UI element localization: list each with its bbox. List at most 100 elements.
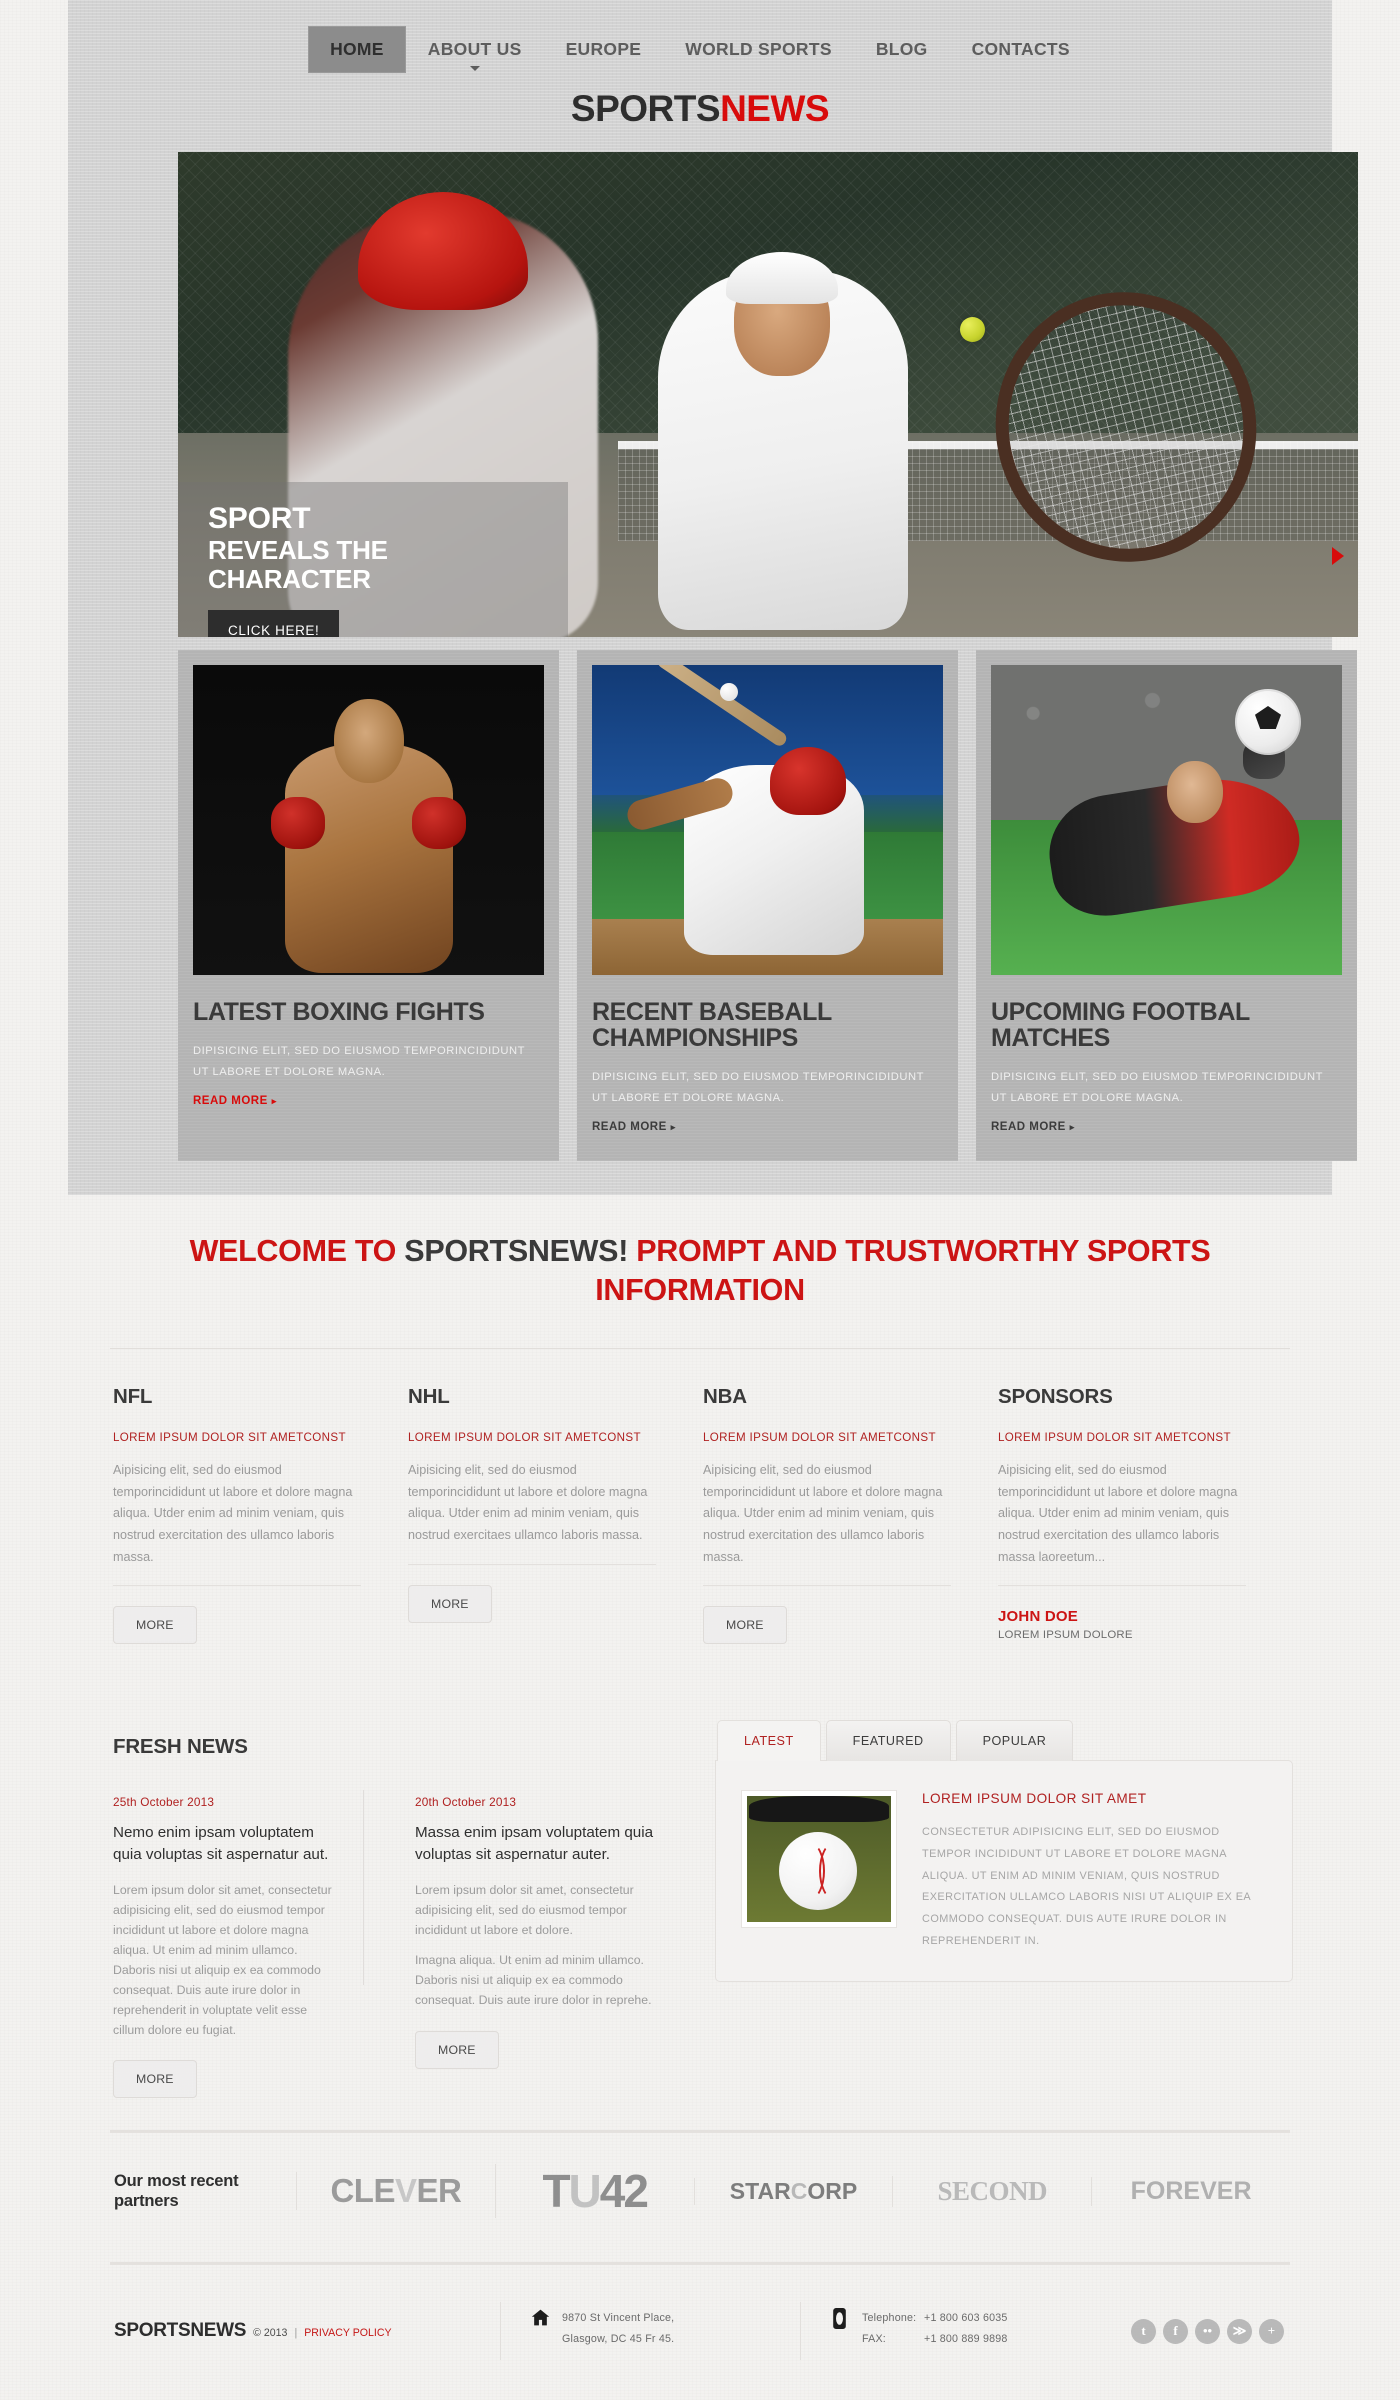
welcome-seg3: PROMPT AND TRUSTWORTHY SPORTS INFORMATIO… bbox=[595, 1234, 1211, 1308]
tennis-ball bbox=[960, 317, 985, 342]
divider-above-footer bbox=[110, 2262, 1290, 2265]
more-button-nhl[interactable]: MORE bbox=[408, 1584, 492, 1623]
card-upcoming-footbal-matches[interactable]: UPCOMING FOOTBAL MATCHES DIPISICING ELIT… bbox=[976, 650, 1357, 1162]
sponsor-name: JOHN DOE bbox=[998, 1608, 1078, 1626]
more-button-news-1[interactable]: MORE bbox=[113, 2060, 197, 2099]
tab-latest[interactable]: LATEST bbox=[717, 1720, 821, 1761]
top-panel: HOME ABOUT US EUROPE WORLD SPORTS BLOG C… bbox=[68, 0, 1358, 1195]
chevron-down-icon bbox=[469, 66, 480, 71]
footer-address-text: 9870 St Vincent Place, Glasgow, DC 45 Fr… bbox=[562, 2308, 674, 2350]
site-footer: SPORTSNEWS © 2013 | PRIVACY POLICY 9870 … bbox=[110, 2296, 1290, 2366]
news-paragraph-1: Lorem ipsum dolor sit amet, consectetur … bbox=[415, 1883, 634, 1937]
footer-phone-text: Telephone: +1 800 603 6035 FAX: +1 800 889… bbox=[862, 2308, 1008, 2350]
partner-text-b: U bbox=[568, 2165, 602, 2217]
slider-next-arrow-icon[interactable] bbox=[1332, 547, 1344, 565]
partners-label: Our most recent partners bbox=[114, 2171, 239, 2210]
address-line-2: Glasgow, DC 45 Fr 45. bbox=[562, 2332, 675, 2345]
card-image-boxing bbox=[193, 665, 544, 975]
card-read-more-link[interactable]: READ MORE ▸ bbox=[193, 1095, 277, 1107]
site-logo[interactable]: SPORTSNEWS bbox=[68, 88, 1332, 130]
partner-logo-tu42[interactable]: TU42 bbox=[494, 2164, 694, 2218]
nav-item-world-sports[interactable]: WORLD SPORTS bbox=[663, 26, 854, 73]
welcome-seg2: SPORTSNEWS! bbox=[404, 1234, 629, 1268]
nav-item-blog[interactable]: BLOG bbox=[854, 26, 950, 73]
tab-bar: LATEST FEATURED POPULAR bbox=[715, 1720, 1293, 1761]
card-recent-baseball-championships[interactable]: RECENT BASEBALL CHAMPIONSHIPS DIPISICING… bbox=[577, 650, 958, 1162]
nav-label: ABOUT US bbox=[427, 39, 522, 59]
card-description: DIPISICING ELIT, SED DO EIUSMOD TEMPORIN… bbox=[991, 1071, 1323, 1104]
tab-panel-title[interactable]: LOREM IPSUM DOLOR SIT AMET bbox=[922, 1791, 1266, 1806]
baseball-seam-right bbox=[819, 1842, 849, 1900]
hero-cta-button[interactable]: CLICK HERE! bbox=[208, 609, 340, 637]
card-description: DIPISICING ELIT, SED DO EIUSMOD TEMPORIN… bbox=[193, 1045, 525, 1078]
news-date: 25th October 2013 bbox=[113, 1795, 215, 1809]
nav-item-contacts[interactable]: CONTACTS bbox=[950, 26, 1092, 73]
boxing-photo bbox=[193, 665, 544, 975]
tab-popular[interactable]: POPULAR bbox=[955, 1720, 1074, 1761]
main-navigation: HOME ABOUT US EUROPE WORLD SPORTS BLOG C… bbox=[68, 26, 1332, 73]
partner-logo-second[interactable]: SECOND bbox=[892, 2175, 1091, 2207]
news-paragraph-2: Daboris nisi ut aliquip ex ea commodo co… bbox=[113, 1962, 321, 2037]
news-body: Lorem ipsum dolor sit amet, consectetur … bbox=[415, 1881, 661, 2010]
news-title[interactable]: Nemo enim ipsam voluptatem quia voluptas… bbox=[113, 1822, 333, 1865]
tab-panel-text: LOREM IPSUM DOLOR SIT AMET CONSECTETUR A… bbox=[922, 1791, 1266, 1953]
column-nhl: NHL LOREM IPSUM DOLOR SIT AMETCONST Aipi… bbox=[408, 1385, 703, 1644]
divider-above-partners bbox=[110, 2130, 1290, 2133]
column-divider bbox=[408, 1563, 656, 1565]
fresh-news-list: 25th October 2013 Nemo enim ipsam volupt… bbox=[113, 1795, 713, 2099]
footer-logo[interactable]: SPORTSNEWS bbox=[114, 2320, 246, 2342]
tab-thumbnail-baseball-glove[interactable] bbox=[742, 1791, 896, 1927]
nav-label: BLOG bbox=[875, 39, 928, 59]
more-button-nba[interactable]: MORE bbox=[703, 1606, 787, 1645]
card-read-more-link[interactable]: READ MORE ▸ bbox=[991, 1121, 1075, 1133]
logo-part-news: NEWS bbox=[720, 88, 830, 129]
tabs-widget: LATEST FEATURED POPULAR LOREM IPSUM DOLO… bbox=[715, 1720, 1293, 1982]
goalkeeper-head bbox=[1167, 761, 1223, 823]
partner-text-c: ORP bbox=[807, 2177, 858, 2204]
column-nba: NBA LOREM IPSUM DOLOR SIT AMETCONST Aipi… bbox=[703, 1385, 998, 1645]
column-divider bbox=[113, 1585, 361, 1587]
column-body: Aipisicing elit, sed do eiusmod temporin… bbox=[113, 1463, 353, 1564]
more-button-nfl[interactable]: MORE bbox=[113, 1606, 197, 1645]
phone-label: Telephone: bbox=[862, 2312, 917, 2324]
fresh-news-item-2: 20th October 2013 Massa enim ipsam volup… bbox=[361, 1795, 661, 2098]
privacy-policy-link[interactable]: PRIVACY POLICY bbox=[304, 2327, 391, 2339]
facebook-icon[interactable]: f bbox=[1163, 2318, 1188, 2344]
nav-item-home[interactable]: HOME bbox=[308, 26, 406, 73]
partner-logo-clever[interactable]: CLEVER bbox=[296, 2172, 495, 2210]
more-button-news-2[interactable]: MORE bbox=[415, 2030, 499, 2069]
home-icon bbox=[531, 2308, 550, 2329]
fax-line: FAX: +1 800 889 9898 bbox=[862, 2329, 1008, 2350]
footer-address-block: 9870 St Vincent Place, Glasgow, DC 45 Fr… bbox=[500, 2302, 800, 2360]
card-read-more-link[interactable]: READ MORE ▸ bbox=[592, 1121, 676, 1133]
nav-label: HOME bbox=[330, 39, 384, 59]
fax-value: +1 800 889 9898 bbox=[924, 2332, 1008, 2345]
flickr-icon[interactable]: •• bbox=[1195, 2318, 1220, 2344]
read-more-label: READ MORE bbox=[592, 1121, 667, 1134]
card-latest-boxing-fights[interactable]: LATEST BOXING FIGHTS DIPISICING ELIT, SE… bbox=[178, 650, 559, 1162]
partner-logo-starcorp[interactable]: STARCORP bbox=[693, 2177, 893, 2205]
rss-icon[interactable]: ≫ bbox=[1227, 2318, 1252, 2344]
twitter-icon[interactable]: t bbox=[1131, 2318, 1156, 2344]
news-paragraph-1: Lorem ipsum dolor sit amet, consectetur … bbox=[113, 1883, 332, 1957]
nav-item-about-us[interactable]: ABOUT US bbox=[406, 26, 544, 73]
column-heading: NFL bbox=[113, 1385, 153, 1408]
column-body: Aipisicing elit, sed do eiusmod temporin… bbox=[703, 1463, 943, 1564]
column-body: Aipisicing elit, sed do eiusmod temporin… bbox=[408, 1463, 648, 1542]
baseball bbox=[720, 683, 738, 701]
football-photo bbox=[991, 665, 1342, 975]
fresh-news-heading: FRESH NEWS bbox=[113, 1735, 248, 1758]
tab-panel-body: CONSECTETUR ADIPISICING ELIT, SED DO EIU… bbox=[922, 1826, 1251, 1948]
more-social-icon[interactable]: + bbox=[1259, 2318, 1284, 2344]
nav-item-europe[interactable]: EUROPE bbox=[544, 26, 664, 73]
partner-logo-forever[interactable]: FOREVER bbox=[1091, 2176, 1290, 2206]
social-links: t f •• ≫ + bbox=[1130, 2318, 1290, 2344]
fresh-news-section: FRESH NEWS 25th October 2013 Nemo enim i… bbox=[113, 1735, 713, 2099]
soccer-ball bbox=[1235, 689, 1301, 755]
phone-line: Telephone: +1 800 603 6035 bbox=[862, 2308, 1008, 2329]
phone-value: +1 800 603 6035 bbox=[924, 2312, 1008, 2324]
tab-featured[interactable]: FEATURED bbox=[825, 1720, 951, 1761]
hero-slider[interactable]: SPORT REVEALS THE CHARACTER CLICK HERE! bbox=[178, 152, 1358, 637]
news-title[interactable]: Massa enim ipsam voluptatem quia volupta… bbox=[415, 1822, 661, 1865]
welcome-seg1: WELCOME TO bbox=[189, 1234, 405, 1268]
